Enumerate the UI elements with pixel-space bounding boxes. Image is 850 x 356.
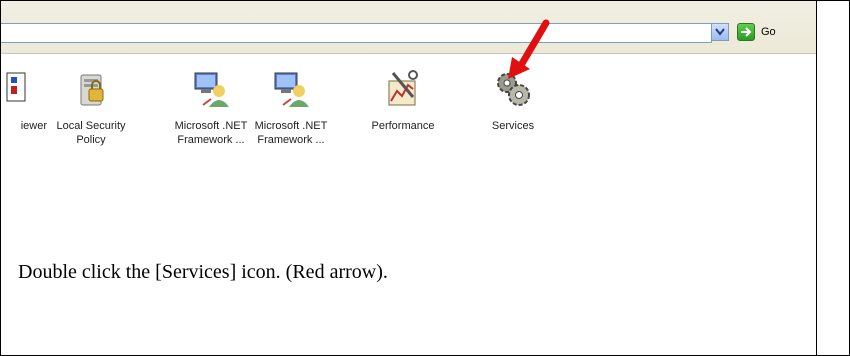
item-viewer[interactable]: iewer xyxy=(1,61,51,133)
screenshot-crop: Go iewer Local Security Policy Microsoft… xyxy=(1,1,816,199)
figure-frame: Go iewer Local Security Policy Microsoft… xyxy=(0,0,850,356)
net-framework-icon xyxy=(271,69,311,109)
performance-icon xyxy=(383,69,423,109)
address-input[interactable] xyxy=(1,23,712,43)
instruction-text: Double click the [Services] icon. (Red a… xyxy=(18,261,388,283)
item-label: iewer xyxy=(20,120,47,132)
go-label: Go xyxy=(761,26,776,38)
control-panel-items: iewer Local Security Policy Microsoft .N… xyxy=(1,19,816,191)
go-arrow-icon xyxy=(737,23,755,41)
item-net-framework-2[interactable]: Microsoft .NET Framework ... xyxy=(251,61,331,147)
item-label: Performance xyxy=(371,120,435,132)
item-label-line1: Microsoft .NET xyxy=(254,120,328,132)
item-performance[interactable]: Performance xyxy=(363,61,443,133)
item-label-line2: Policy xyxy=(76,134,106,146)
net-framework-icon xyxy=(191,69,231,109)
red-arrow-icon xyxy=(508,19,550,79)
item-local-security-policy[interactable]: Local Security Policy xyxy=(51,61,131,147)
item-label-line1: Local Security xyxy=(56,120,126,132)
viewer-icon xyxy=(1,69,31,109)
chevron-down-icon xyxy=(715,28,725,36)
item-label: Services xyxy=(491,120,535,132)
local-security-policy-icon xyxy=(71,69,111,109)
address-dropdown-button[interactable] xyxy=(711,23,729,41)
item-label-line1: Microsoft .NET xyxy=(174,120,248,132)
frame-divider xyxy=(816,1,817,355)
address-bar: Go xyxy=(1,1,816,54)
go-button[interactable]: Go xyxy=(737,21,776,43)
item-label-line2: Framework ... xyxy=(177,134,245,146)
item-label-line2: Framework ... xyxy=(257,134,325,146)
item-net-framework-1[interactable]: Microsoft .NET Framework ... xyxy=(171,61,251,147)
